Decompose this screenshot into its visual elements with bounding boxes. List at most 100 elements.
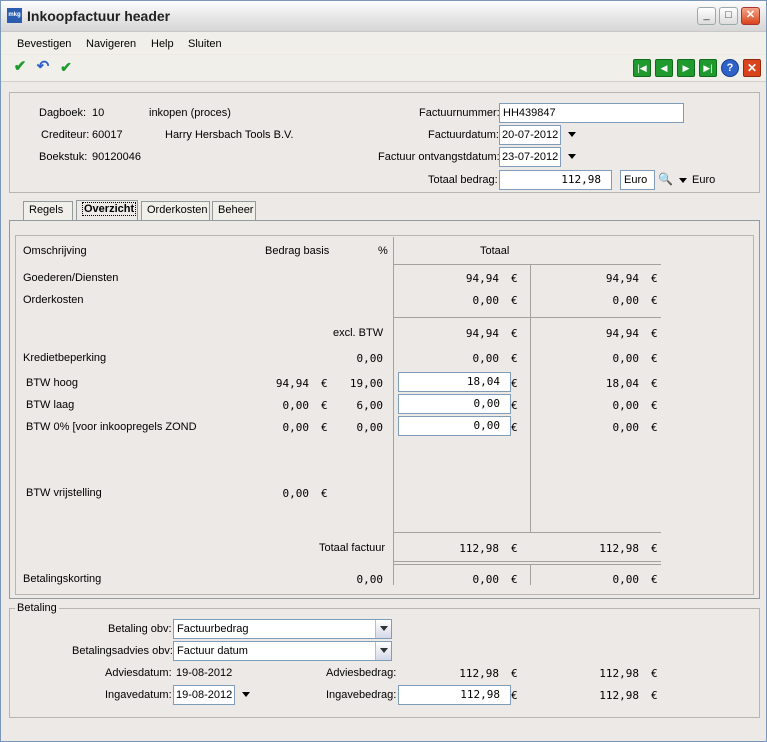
btw-hoog-pct: 19,00	[349, 377, 383, 390]
euro-sign: €	[511, 542, 518, 555]
search-icon[interactable]: 🔍	[658, 172, 673, 186]
betalingsadvies-obv-label: Betalingsadvies obv:	[72, 645, 173, 657]
crediteur-label: Crediteur:	[41, 129, 90, 141]
app-logo-icon: mkg	[7, 8, 22, 23]
window: mkg Inkoopfactuur header _ □ ✕ Bevestige…	[0, 0, 767, 742]
minimize-button[interactable]: _	[697, 7, 716, 25]
menu-bevestigen[interactable]: Bevestigen	[17, 38, 71, 50]
betaling-group-label: Betaling	[15, 602, 59, 614]
chevron-down-icon[interactable]	[375, 642, 391, 660]
title-bar: mkg Inkoopfactuur header _ □ ✕	[1, 1, 766, 32]
factuurdatum-dropdown-icon[interactable]	[568, 132, 576, 137]
ingavedatum-input[interactable]: 19-08-2012	[173, 685, 235, 705]
col-bedrag-basis: Bedrag basis	[265, 245, 330, 257]
ingavebedrag-input[interactable]: 112,98	[398, 685, 511, 705]
window-title: Inkoopfactuur header	[27, 8, 171, 24]
previous-record-icon[interactable]: ◀	[655, 59, 673, 77]
toolbar: ✔ ↶ ✔ |◀ ◀ ▶ ▶| ? ✕	[1, 55, 766, 82]
btw-0-totaal-2: 0,00	[612, 421, 640, 434]
undo-icon[interactable]: ↶	[34, 59, 52, 77]
tab-overzicht[interactable]: Overzicht	[76, 200, 138, 221]
ontvangstdatum-input[interactable]: 23-07-2012	[499, 147, 561, 167]
btw-vrijstelling-basis: 0,00	[282, 487, 310, 500]
euro-sign: €	[321, 399, 328, 412]
kredietbeperking-pct: 0,00	[356, 352, 384, 365]
row-kredietbeperking-label: Kredietbeperking	[23, 352, 107, 364]
currency-input[interactable]: Euro	[620, 170, 655, 190]
divider	[393, 317, 661, 318]
betalingsadvies-obv-select[interactable]: Factuur datum	[173, 641, 392, 661]
row-goederen-label: Goederen/Diensten	[23, 272, 119, 284]
excl-btw-totaal-1: 94,94	[465, 327, 499, 340]
betaling-obv-select[interactable]: Factuurbedrag	[173, 619, 392, 639]
euro-sign: €	[651, 352, 658, 365]
euro-sign: €	[321, 377, 328, 390]
boekstuk-value: 90120046	[92, 151, 141, 163]
euro-sign: €	[651, 542, 658, 555]
close-button[interactable]: ✕	[741, 7, 760, 25]
row-btw-0-label: BTW 0% [voor inkoopregels ZONDE	[26, 421, 196, 433]
last-record-icon[interactable]: ▶|	[699, 59, 717, 77]
ingavedatum-dropdown-icon[interactable]	[242, 692, 250, 697]
header-panel: Dagboek: 10 inkopen (proces) Crediteur: …	[9, 92, 760, 193]
help-icon[interactable]: ?	[721, 59, 739, 77]
factuurdatum-input[interactable]: 20-07-2012	[499, 125, 561, 145]
euro-sign: €	[651, 377, 658, 390]
adviesdatum-value: 19-08-2012	[176, 667, 233, 679]
next-record-icon[interactable]: ▶	[677, 59, 695, 77]
betalingskorting-totaal-1: 0,00	[472, 573, 500, 586]
confirm-icon[interactable]: ✔	[11, 59, 29, 77]
betalingsadvies-obv-value: Factuur datum	[177, 645, 248, 657]
divider	[393, 264, 661, 265]
exit-icon[interactable]: ✕	[743, 59, 761, 77]
btw-hoog-input[interactable]: 18,04	[398, 372, 511, 392]
adviesbedrag-1: 112,98	[459, 667, 499, 680]
tab-beheer[interactable]: Beheer	[212, 201, 256, 220]
row-betalingskorting-label: Betalingskorting	[23, 573, 102, 585]
euro-sign: €	[511, 689, 518, 702]
menu-sluiten[interactable]: Sluiten	[188, 38, 222, 50]
menu-help[interactable]: Help	[151, 38, 174, 50]
divider	[393, 561, 661, 562]
currency-text: Euro	[692, 174, 716, 186]
totaal-bedrag-input[interactable]: 112,98	[499, 170, 612, 190]
currency-dropdown-icon[interactable]	[679, 178, 687, 183]
tab-orderkosten[interactable]: Orderkosten	[141, 201, 210, 220]
betaling-obv-value: Factuurbedrag	[177, 623, 249, 635]
maximize-button[interactable]: □	[719, 7, 738, 25]
euro-sign: €	[511, 294, 518, 307]
ontvangstdatum-dropdown-icon[interactable]	[568, 154, 576, 159]
boekstuk-label: Boekstuk:	[39, 151, 88, 163]
menu-navigeren[interactable]: Navigeren	[86, 38, 136, 50]
euro-sign: €	[511, 421, 518, 434]
totaal-factuur-1: 112,98	[459, 542, 499, 555]
overview-inner	[15, 235, 754, 595]
confirm-close-icon[interactable]: ✔	[57, 59, 75, 77]
first-record-icon[interactable]: |◀	[633, 59, 651, 77]
ingavedatum-label: Ingavedatum:	[105, 689, 172, 701]
tab-overzicht-label: Overzicht	[82, 202, 137, 216]
btw-laag-basis: 0,00	[282, 399, 310, 412]
euro-sign: €	[651, 667, 658, 680]
ingavebedrag-2: 112,98	[599, 689, 639, 702]
euro-sign: €	[651, 421, 658, 434]
chevron-down-icon[interactable]	[375, 620, 391, 638]
divider	[393, 564, 661, 565]
btw-laag-input[interactable]: 0,00	[398, 394, 511, 414]
divider	[393, 532, 661, 533]
orderkosten-totaal-2: 0,00	[612, 294, 640, 307]
row-btw-hoog-label: BTW hoog	[26, 377, 78, 389]
btw-0-input[interactable]: 0,00	[398, 416, 511, 436]
euro-sign: €	[321, 421, 328, 434]
row-totaal-factuur-label: Totaal factuur	[319, 542, 386, 554]
totaal-factuur-2: 112,98	[599, 542, 639, 555]
factuurnummer-input[interactable]: HH439847	[499, 103, 684, 123]
betalingskorting-pct: 0,00	[356, 573, 384, 586]
euro-sign: €	[651, 399, 658, 412]
crediteur-code: 60017	[92, 129, 123, 141]
divider	[530, 564, 531, 585]
factuurdatum-label: Factuurdatum:	[428, 129, 499, 141]
tab-regels[interactable]: Regels	[23, 201, 73, 220]
row-orderkosten-label: Orderkosten	[23, 294, 84, 306]
menu-bar: Bevestigen Navigeren Help Sluiten	[1, 32, 766, 54]
